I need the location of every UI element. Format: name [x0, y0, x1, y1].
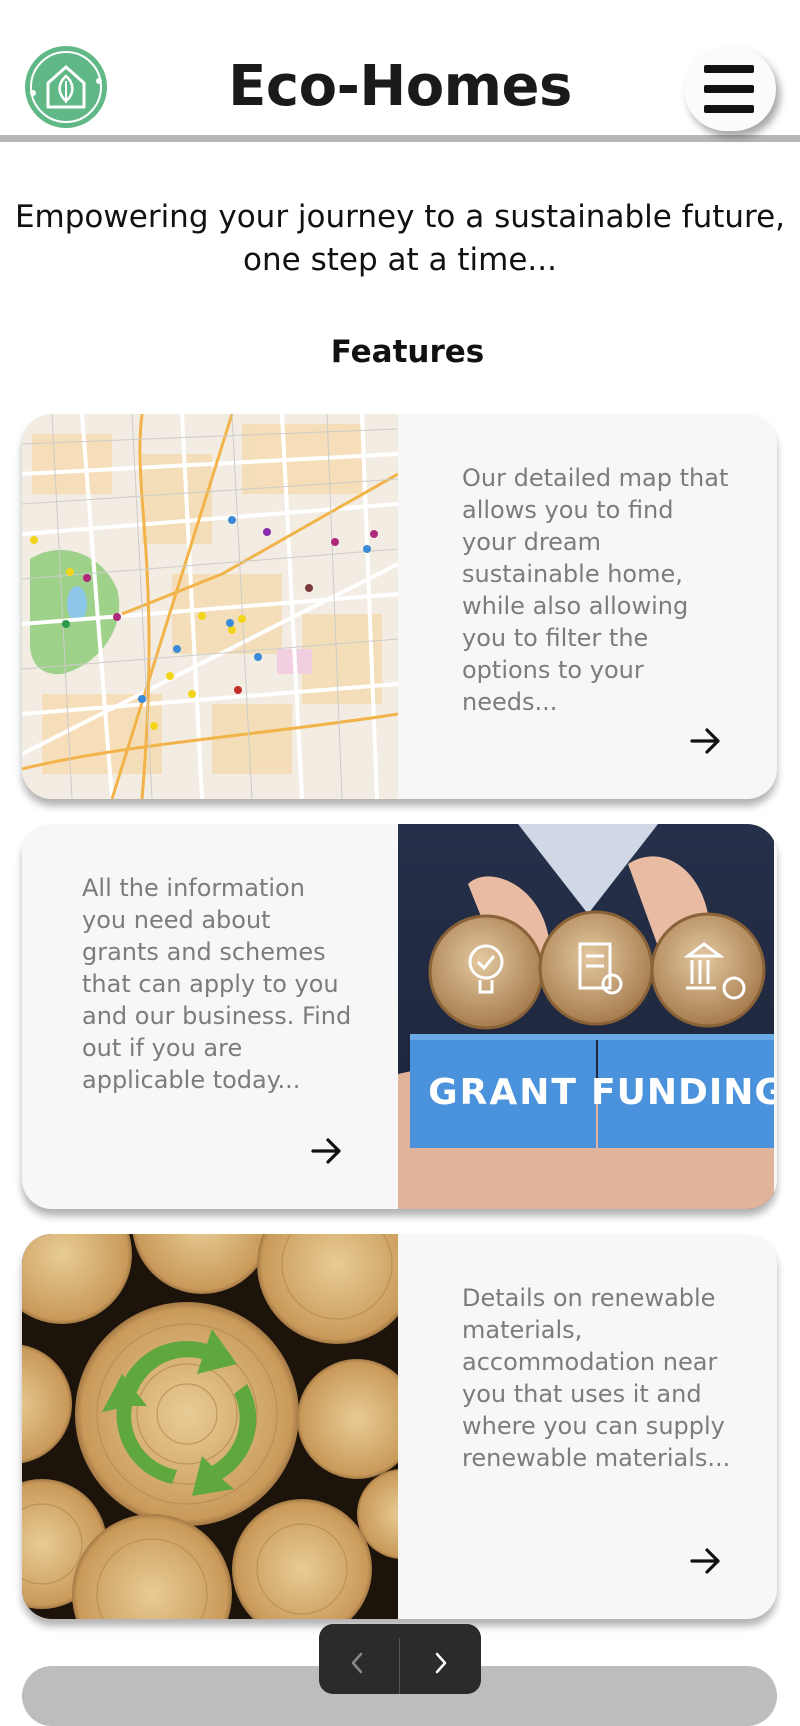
- chevron-right-icon: [435, 1652, 447, 1674]
- previous-button[interactable]: [319, 1624, 399, 1694]
- city-map-image: [22, 414, 398, 799]
- feature-description: Details on renewable materials, accommod…: [462, 1284, 731, 1472]
- feature-card-materials[interactable]: Details on renewable materials, accommod…: [22, 1234, 777, 1619]
- recycled-wood-logs-image: [22, 1234, 398, 1619]
- feature-card-map[interactable]: Our detailed map that allows you to find…: [22, 414, 777, 799]
- features-heading: Features: [330, 334, 485, 370]
- next-button[interactable]: [400, 1624, 481, 1694]
- chevron-left-icon: [351, 1652, 363, 1674]
- feature-card-grants[interactable]: All the information you need about grant…: [22, 824, 777, 1209]
- feature-description: Our detailed map that allows you to find…: [462, 464, 729, 716]
- funding-label: FUNDING: [591, 1072, 774, 1113]
- menu-button[interactable]: [684, 47, 776, 131]
- app-header: Eco-Homes: [0, 0, 800, 142]
- app-title: Eco-Homes: [228, 54, 572, 119]
- grant-label: GRANT: [428, 1072, 578, 1113]
- arrow-right-icon[interactable]: [689, 726, 723, 756]
- arrow-right-icon[interactable]: [689, 1546, 723, 1576]
- grant-funding-image: GRANT FUNDING: [398, 824, 774, 1209]
- carousel-pager: [319, 1624, 481, 1694]
- arrow-right-icon[interactable]: [310, 1136, 344, 1166]
- tagline: Empowering your journey to a sustainable…: [14, 199, 786, 278]
- feature-description: All the information you need about grant…: [82, 874, 352, 1094]
